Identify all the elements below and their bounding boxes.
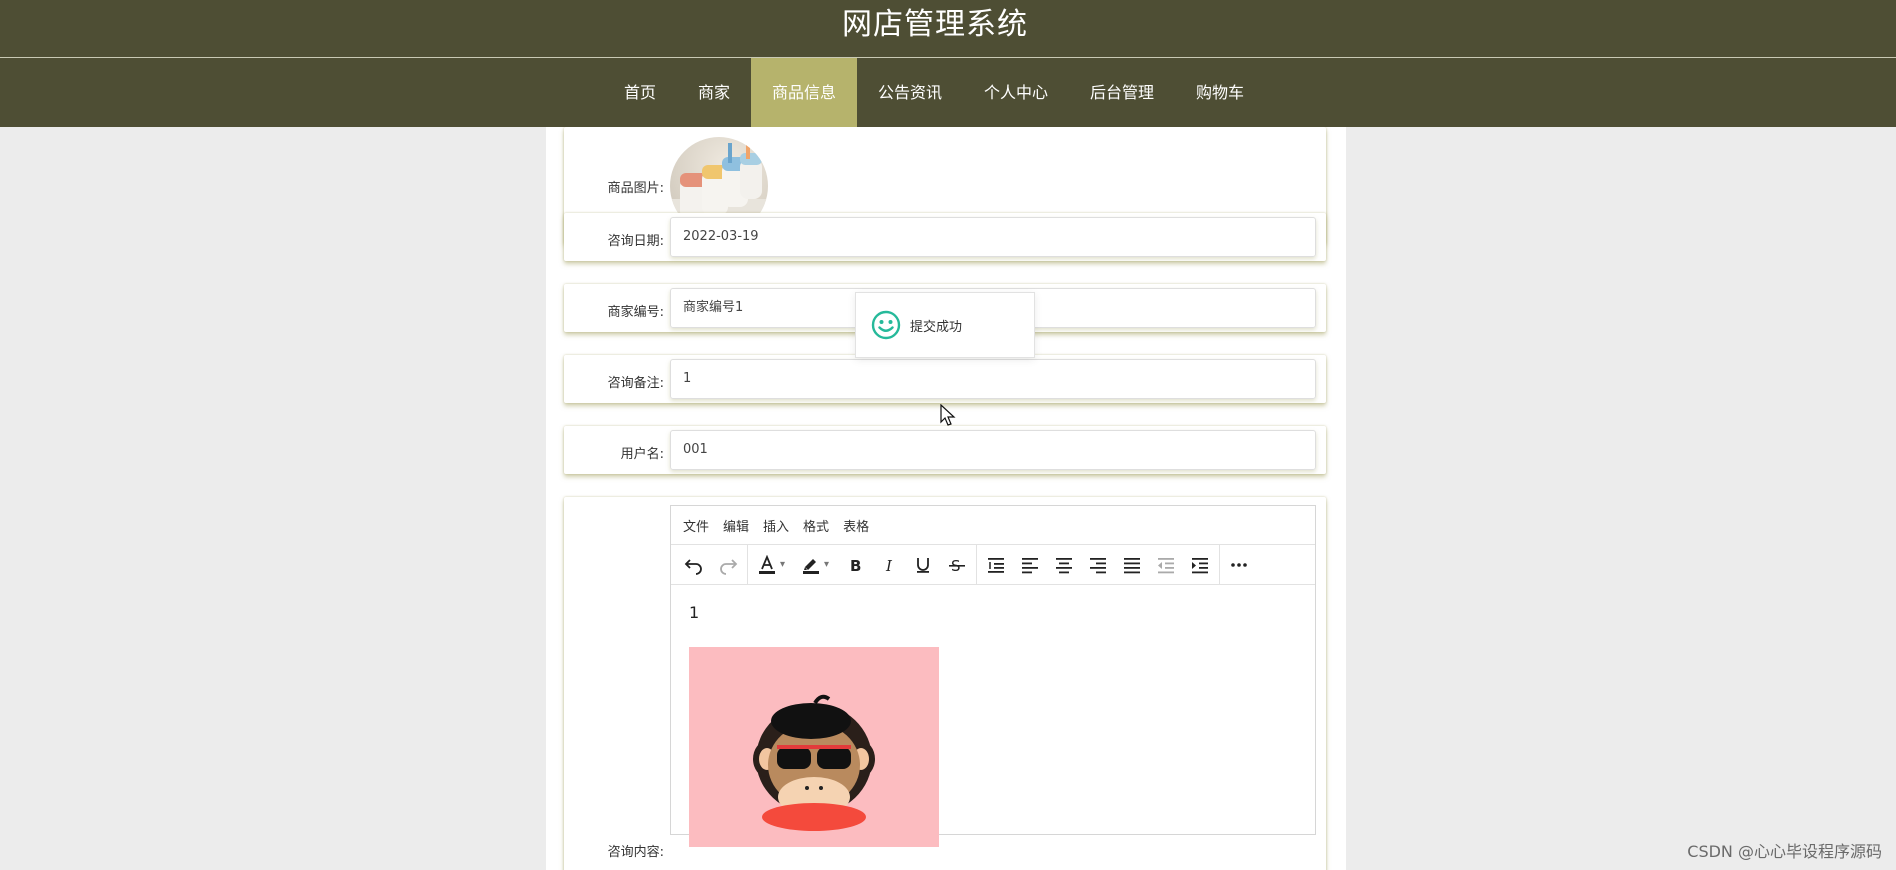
main-nav: 首页 商家 商品信息 公告资讯 个人中心 后台管理 购物车 [0,58,1896,127]
editor-menubar: 文件 编辑 插入 格式 表格 [671,506,1315,545]
menu-edit[interactable]: 编辑 [723,516,749,535]
consult-form-page: 商品图片: 咨询日期: 2022-03-19 商家编号: 商家编号1 咨询备注:… [546,127,1346,870]
italic-icon[interactable]: I [872,548,906,582]
nav-personal-center[interactable]: 个人中心 [963,58,1069,127]
toolbar-align-group [979,544,1220,585]
more-icon[interactable] [1222,548,1256,582]
toast-message: 提交成功 [910,319,963,335]
username-input[interactable]: 001 [670,430,1316,470]
underline-icon[interactable] [906,548,940,582]
nav-merchant[interactable]: 商家 [677,58,751,127]
nav-announcements[interactable]: 公告资讯 [857,58,963,127]
bold-icon[interactable]: B [838,548,872,582]
toolbar-text-group: ▾ ▾ B I S [750,544,977,585]
svg-text:I: I [885,557,893,575]
text-color-icon[interactable] [750,548,784,582]
monkey-image-graphic [753,694,875,831]
toolbar-history-group [677,544,748,585]
rich-text-editor: 文件 编辑 插入 格式 表格 ▾ ▾ B I S 1 [670,505,1316,847]
success-toast: 提交成功 [855,292,1035,358]
row-consult-content: 咨询内容: 文件 编辑 插入 格式 表格 ▾ ▾ B I S 1 [564,497,1326,870]
indent-icon[interactable] [1183,548,1217,582]
align-left-icon[interactable] [1013,548,1047,582]
menu-insert[interactable]: 插入 [763,516,789,535]
line-height-icon[interactable] [979,548,1013,582]
undo-icon[interactable] [677,548,711,582]
row-consult-date: 咨询日期: 2022-03-19 [564,213,1326,261]
menu-file[interactable]: 文件 [683,516,709,535]
menu-table[interactable]: 表格 [843,516,869,535]
nav-cart[interactable]: 购物车 [1175,58,1265,127]
mouse-cursor-icon [940,404,956,426]
row-username: 用户名: 001 [564,426,1326,474]
align-justify-icon[interactable] [1115,548,1149,582]
watermark: CSDN @心心毕设程序源码 [1687,842,1882,861]
consult-note-input[interactable]: 1 [670,359,1316,399]
username-label: 用户名: [620,447,664,462]
consult-note-label: 咨询备注: [607,376,664,391]
align-center-icon[interactable] [1047,548,1081,582]
editor-content-image [689,647,939,847]
strikethrough-icon[interactable]: S [940,548,974,582]
nav-home[interactable]: 首页 [603,58,677,127]
editor-content-text: 1 [689,603,700,622]
editor-content[interactable]: 1 [671,585,1315,847]
outdent-icon[interactable] [1149,548,1183,582]
product-image-label: 商品图片: [607,181,664,196]
merchant-no-label: 商家编号: [607,305,664,320]
menu-format[interactable]: 格式 [803,516,829,535]
consult-date-input[interactable]: 2022-03-19 [670,217,1316,257]
redo-icon[interactable] [711,548,745,582]
chevron-down-icon[interactable]: ▾ [780,559,790,570]
consult-date-label: 咨询日期: [607,234,664,249]
align-right-icon[interactable] [1081,548,1115,582]
site-title: 网店管理系统 [842,7,1028,42]
editor-toolbar: ▾ ▾ B I S [671,544,1315,585]
smile-icon [871,310,901,340]
nav-product-info[interactable]: 商品信息 [750,58,857,127]
highlight-color-icon[interactable] [794,548,828,582]
chevron-down-icon[interactable]: ▾ [824,559,834,570]
consult-content-label: 咨询内容: [607,845,664,860]
nav-admin[interactable]: 后台管理 [1069,58,1175,127]
row-consult-note: 咨询备注: 1 [564,355,1326,403]
svg-text:B: B [850,557,861,575]
site-header: 网店管理系统 首页 商家 商品信息 公告资讯 个人中心 后台管理 购物车 [0,0,1896,127]
